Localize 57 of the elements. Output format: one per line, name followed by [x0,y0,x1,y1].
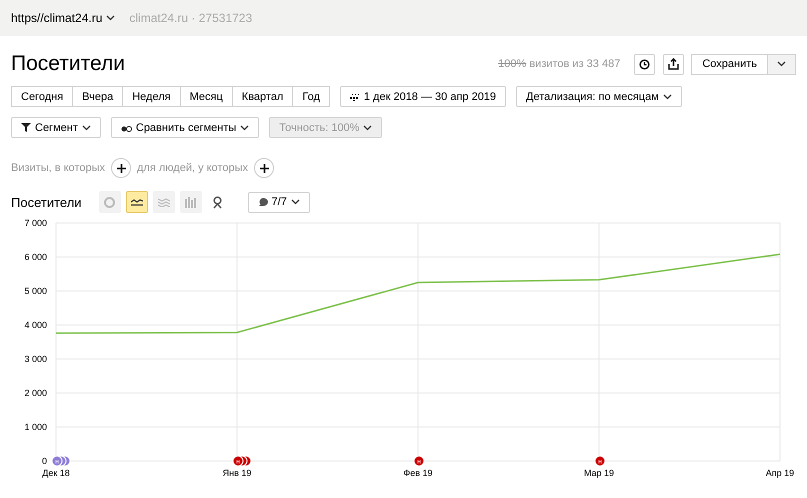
period-tab[interactable]: Вчера [72,86,124,107]
line-chart-icon [130,198,143,206]
plus-icon [116,164,126,172]
compare-segments-button[interactable]: Сравнить сегменты [110,117,260,138]
export-button[interactable] [663,54,684,74]
page-title: Посетители [11,52,125,76]
plus-icon [260,164,268,172]
period-tab[interactable]: Год [292,86,330,107]
axis-label: Мар 19 [584,468,614,478]
filter-icon [21,123,31,132]
add-condition-button[interactable] [254,158,274,178]
calendar-icon [350,92,360,100]
notes-dropdown[interactable]: 7/7 [248,192,310,212]
share-icon [668,58,680,70]
add-condition-button[interactable] [111,158,131,178]
axis-label: 7 000 [24,218,47,228]
period-tab[interactable]: Квартал [232,86,294,107]
chevron-icon [290,199,300,205]
chart-type-button[interactable] [126,191,148,213]
chevron-icon [363,124,372,130]
drops-icon [120,123,132,132]
area-chart-icon [158,197,170,207]
period-tab[interactable]: Неделя [122,86,181,107]
axis-label: 5 000 [24,286,47,296]
chevron-icon [662,94,672,100]
detail-dropdown[interactable]: Детализация: по месяцам [516,86,682,107]
chevron-icon [82,124,91,130]
axis-label: Янв 19 [222,468,252,478]
axis-label: 4 000 [24,320,47,330]
sampling-info: 100% визитов из 33 487 [498,58,620,70]
axis-label: Дек 18 [42,468,70,478]
segment-button[interactable]: Сегмент [11,117,101,138]
map-pin-icon [212,196,224,208]
clock-icon [639,58,650,70]
counter-info: climat24.ru · 27531723 [129,11,252,25]
axis-label: 3 000 [24,354,47,364]
filter-label: для людей, у которых [137,162,248,174]
period-tab[interactable]: Сегодня [11,86,74,107]
axis-label: Апр 19 [766,468,794,478]
pie-chart-icon [104,196,116,208]
bar-chart-icon [185,196,196,208]
date-range-button[interactable]: 1 дек 2018 — 30 апр 2019 [340,86,506,107]
chevron-icon [106,15,116,21]
axis-label: 1 000 [24,422,47,432]
chevron-icon [240,124,250,130]
chevron-icon [777,61,786,67]
speech-bubble-icon [258,198,268,206]
axis-label: 0 [42,456,47,466]
save-button[interactable]: Сохранить [691,54,768,74]
axis-label: 2 000 [24,388,47,398]
period-tab[interactable]: Месяц [180,86,233,107]
site-selector[interactable]: https//climat24.ru [11,11,116,25]
axis-label: 6 000 [24,252,47,262]
filter-label: Визиты, в которых [11,162,105,174]
history-button[interactable] [634,54,656,74]
chart-title: Посетители [11,194,82,210]
axis-label: Фев 19 [403,468,433,478]
